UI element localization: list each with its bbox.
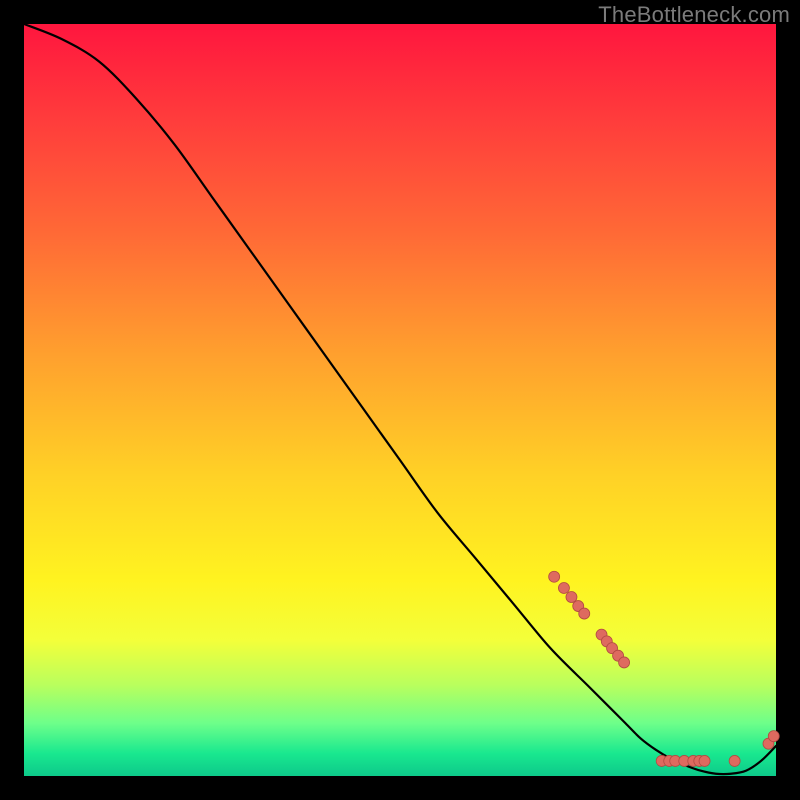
data-marker xyxy=(549,571,560,582)
data-marker xyxy=(699,755,710,766)
curve-svg xyxy=(24,24,776,776)
data-marker xyxy=(729,755,740,766)
data-marker xyxy=(558,583,569,594)
data-marker xyxy=(579,608,590,619)
data-marker xyxy=(768,731,779,742)
plot-area xyxy=(24,24,776,776)
curve-markers xyxy=(549,571,780,766)
bottleneck-curve xyxy=(24,24,776,774)
data-marker xyxy=(566,592,577,603)
chart-frame: TheBottleneck.com xyxy=(0,0,800,800)
data-marker xyxy=(619,657,630,668)
